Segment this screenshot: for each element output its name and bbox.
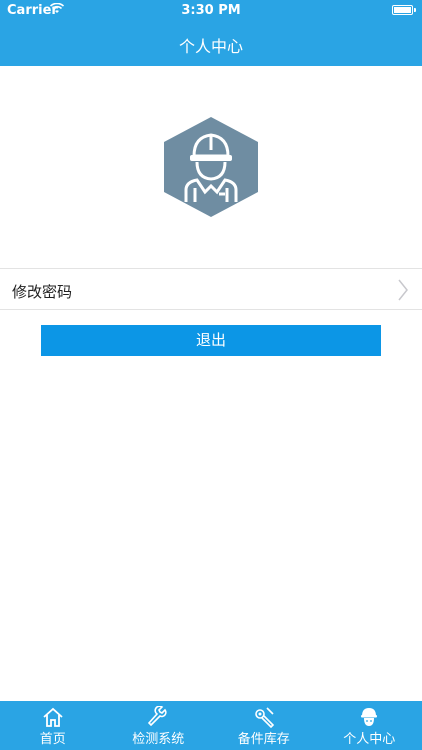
worker-icon [361, 708, 378, 726]
tab-profile[interactable]: 个人中心 [317, 701, 422, 750]
chevron-right-icon [398, 279, 408, 305]
page-title: 个人中心 [178, 37, 243, 56]
tab-inspection[interactable]: 检测系统 [106, 701, 212, 750]
status-time: 3:30 PM [181, 3, 241, 18]
worker-hard-hat-icon [164, 117, 258, 217]
tab-inspection-label: 检测系统 [132, 732, 185, 747]
tab-bar: 首页 检测系统 备件库存 个人中心 [0, 701, 422, 750]
avatar [162, 116, 260, 218]
tab-home-label: 首页 [39, 732, 66, 747]
change-password-label: 修改密码 [12, 283, 73, 301]
navigation-header: Carrier 3:30 PM 个人中心 [0, 0, 422, 66]
status-bar: Carrier 3:30 PM [0, 0, 422, 22]
tab-home[interactable]: 首页 [0, 701, 106, 750]
tab-inventory-label: 备件库存 [237, 732, 290, 747]
tab-inventory[interactable]: 备件库存 [211, 701, 317, 750]
battery-icon [392, 5, 416, 15]
wrench-icon [148, 706, 167, 727]
change-password-row[interactable]: 修改密码 [0, 268, 422, 310]
home-icon [43, 707, 63, 727]
logout-button[interactable]: 退出 [41, 325, 381, 356]
tab-profile-label: 个人中心 [343, 732, 396, 747]
parts-icon [254, 707, 274, 728]
